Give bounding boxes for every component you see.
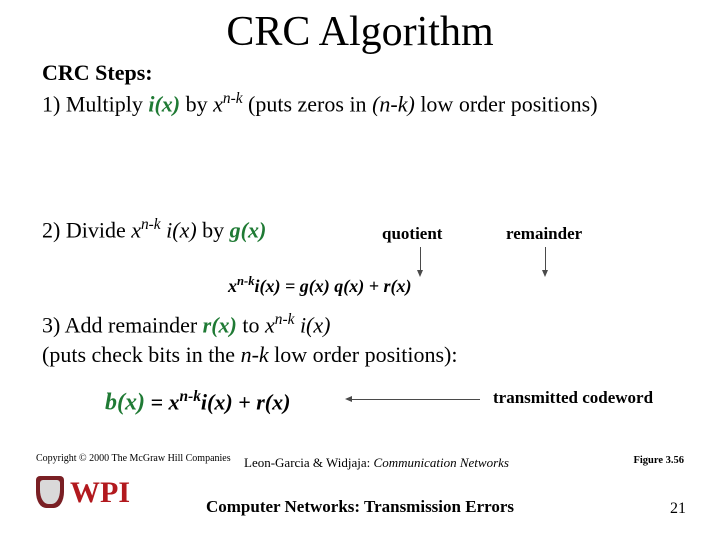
step-3: 3) Add remainder r(x) to xn-k i(x) (puts…: [42, 310, 458, 370]
step-1: 1) Multiply i(x) by xn-k (puts zeros in …: [42, 90, 678, 117]
bx-tail: i(x) + r(x): [201, 389, 291, 414]
bx-equation: b(x) = xn-ki(x) + r(x): [105, 388, 290, 416]
step2-prefix: 2) Divide: [42, 217, 131, 242]
bottom-title: Computer Networks: Transmission Errors: [0, 497, 720, 517]
steps-heading: CRC Steps:: [42, 60, 678, 86]
nk-4: n-k: [275, 311, 295, 328]
page-number: 21: [670, 500, 686, 518]
arrow-horizontal: [352, 399, 480, 400]
x-2: x: [131, 217, 141, 242]
eq-sign: =: [145, 389, 169, 414]
by-1: by: [180, 91, 213, 116]
cite-author: Leon-Garcia & Widjaja:: [244, 455, 370, 470]
ix-term: i(x): [148, 91, 180, 116]
nk-1: n-k: [223, 90, 243, 107]
x-3: x: [228, 276, 237, 296]
nk-text: n-k: [241, 342, 269, 367]
quotient-label: quotient: [382, 224, 442, 244]
cite-book: Communication Networks: [370, 455, 509, 470]
step3-d: (puts check bits in the: [42, 342, 241, 367]
bx-term: b(x): [105, 389, 145, 415]
ix-2: i(x): [161, 217, 197, 242]
x-5: x: [169, 389, 180, 414]
nk-2: n-k: [141, 216, 161, 233]
figure-number: Figure 3.56: [633, 455, 684, 466]
arrow-quotient: [420, 247, 421, 271]
remainder-label: remainder: [506, 224, 582, 244]
x-4: x: [265, 312, 275, 337]
transmitted-codeword-label: transmitted codeword: [493, 388, 653, 408]
step3-f: low order positions):: [269, 342, 458, 367]
center-equation: xn-ki(x) = g(x) q(x) + r(x): [228, 274, 411, 297]
gx-term: g(x): [230, 217, 267, 242]
step1-suffix: (puts zeros in: [243, 91, 373, 116]
nk-3: n-k: [237, 274, 255, 288]
copyright: Copyright © 2000 The McGraw Hill Compani…: [36, 453, 231, 464]
step1-end: low order positions): [415, 91, 598, 116]
step2-by: by: [197, 217, 230, 242]
nk-paren: (n-k): [372, 91, 415, 116]
arrow-remainder: [545, 247, 546, 271]
slide-title: CRC Algorithm: [0, 8, 720, 56]
x-1: x: [213, 91, 223, 116]
step3-b: to: [237, 312, 265, 337]
ix-4: i(x): [294, 312, 330, 337]
nk-5: n-k: [180, 388, 201, 405]
center-eq-tail: i(x) = g(x) q(x) + r(x): [255, 276, 412, 296]
step-2: 2) Divide xn-k i(x) by g(x): [42, 216, 266, 243]
step3-a: 3) Add remainder: [42, 312, 203, 337]
citation: Leon-Garcia & Widjaja: Communication Net…: [244, 455, 509, 471]
step1-prefix: 1) Multiply: [42, 91, 148, 116]
rx-term: r(x): [203, 312, 237, 337]
